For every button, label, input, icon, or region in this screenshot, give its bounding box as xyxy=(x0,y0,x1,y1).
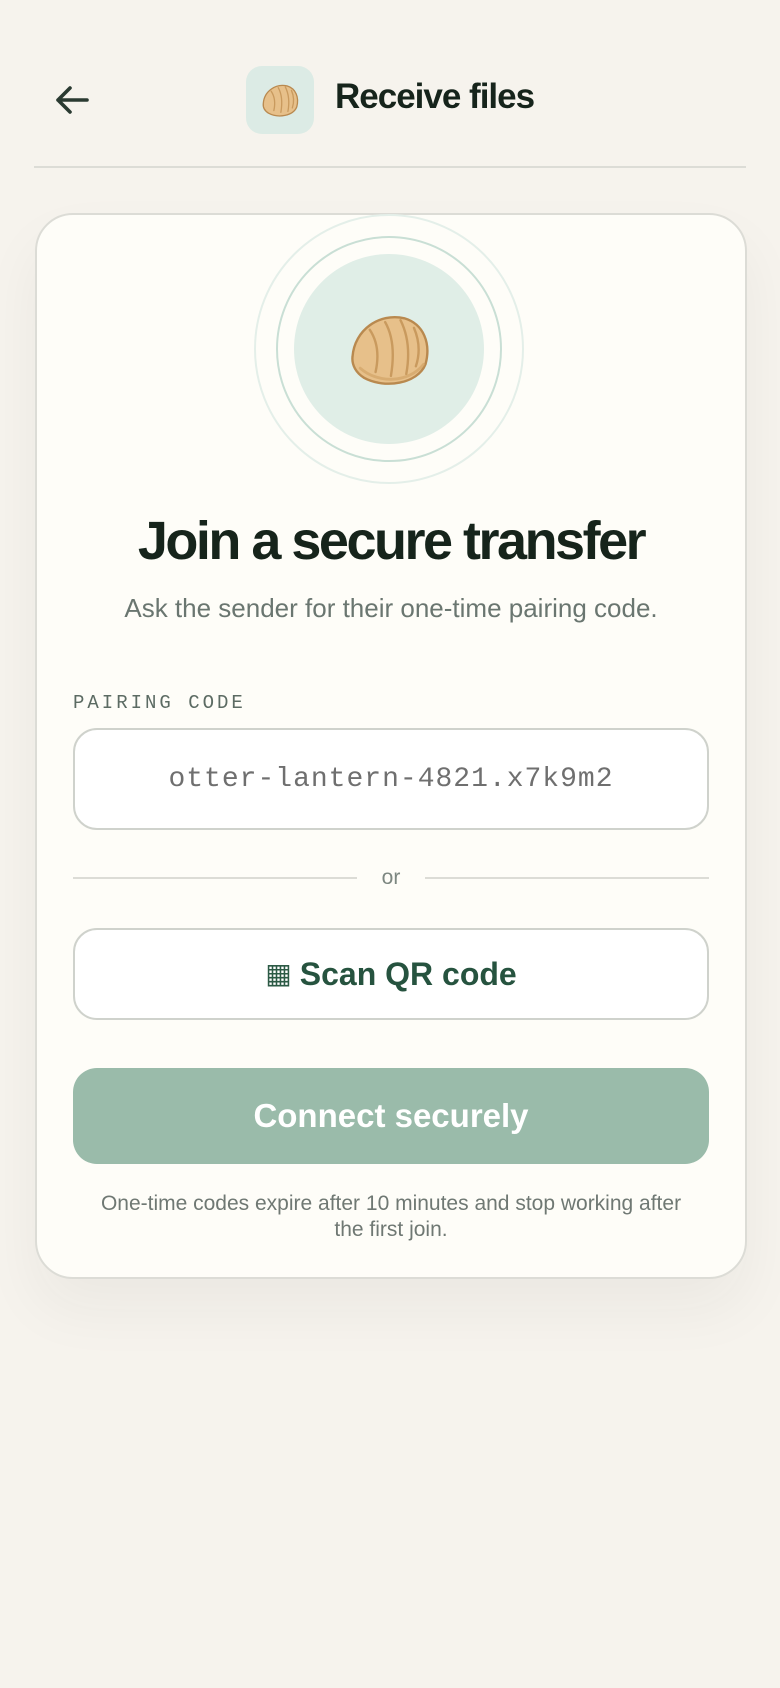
dumpling-icon xyxy=(262,84,299,117)
pairing-code-label: PAIRING CODE xyxy=(73,692,246,714)
app-header: Receive files xyxy=(34,0,746,168)
scan-qr-label: Scan QR code xyxy=(299,955,517,992)
or-divider: or xyxy=(73,863,709,893)
hero-illustration xyxy=(254,214,524,484)
join-transfer-card: Join a secure transfer Ask the sender fo… xyxy=(35,213,747,1279)
back-button[interactable] xyxy=(50,64,94,136)
app-icon-tile xyxy=(246,66,314,134)
card-title: Join a secure transfer xyxy=(137,511,647,571)
connect-label: Connect securely xyxy=(253,1097,529,1134)
hero-disc xyxy=(294,254,484,444)
pairing-code-input[interactable] xyxy=(73,728,709,830)
connect-securely-button[interactable]: Connect securely xyxy=(73,1068,709,1164)
dumpling-icon xyxy=(351,316,429,385)
arrow-left-icon xyxy=(56,86,89,114)
qr-code-icon: ▦ xyxy=(265,958,292,989)
page-title: Receive files xyxy=(335,77,535,116)
divider-text: or xyxy=(381,866,401,889)
card-subtitle: Ask the sender for their one-time pairin… xyxy=(124,593,658,623)
scan-qr-button[interactable]: ▦ Scan QR code xyxy=(73,928,709,1020)
expiry-footnote: One-time codes expire after 10 minutes a… xyxy=(100,1192,682,1241)
